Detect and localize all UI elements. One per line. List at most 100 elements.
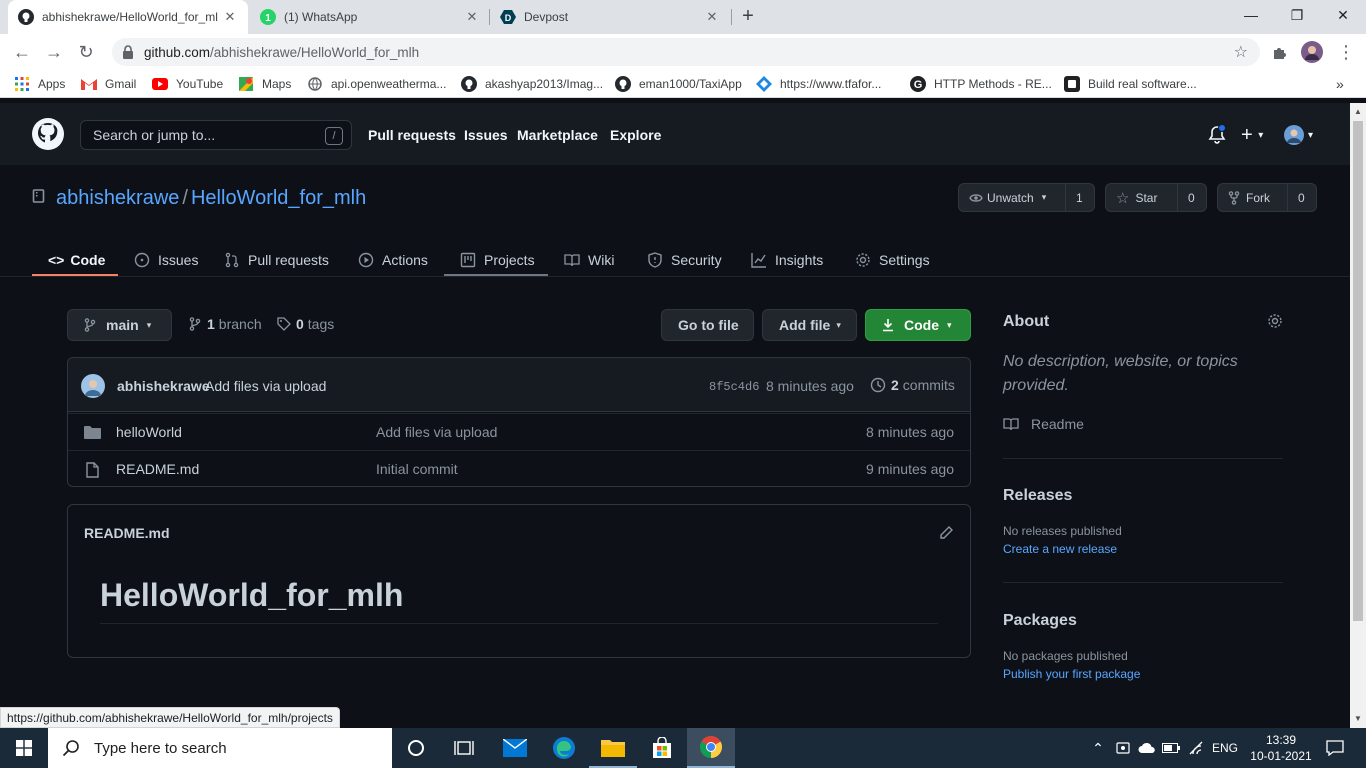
scroll-up-icon[interactable]: ▲	[1354, 107, 1362, 116]
table-row[interactable]: README.md Initial commit 9 minutes ago	[68, 450, 970, 487]
fork-button[interactable]: Fork	[1218, 184, 1288, 211]
tab-insights[interactable]: Insights	[751, 243, 823, 277]
extensions-puzzle-icon[interactable]	[1268, 40, 1292, 64]
tab-close-icon[interactable]: ✕	[222, 9, 238, 25]
page-scrollbar[interactable]: ▲ ▼	[1350, 103, 1366, 728]
mail-icon[interactable]	[491, 728, 539, 768]
github-search-input[interactable]: Search or jump to... /	[80, 120, 352, 150]
publish-package-link[interactable]: Publish your first package	[1003, 667, 1140, 681]
file-commit-message[interactable]: Add files via upload	[376, 424, 497, 440]
nav-explore[interactable]: Explore	[610, 127, 661, 143]
unwatch-button[interactable]: Unwatch ▾	[959, 184, 1066, 211]
input-language[interactable]: ENG	[1210, 728, 1240, 768]
tab-projects[interactable]: Projects	[460, 243, 535, 277]
github-logo-icon[interactable]	[32, 118, 64, 150]
taskbar-search-input[interactable]: Type here to search	[48, 728, 392, 768]
readme-link[interactable]: Readme	[1003, 416, 1084, 432]
gear-icon[interactable]	[1267, 313, 1283, 329]
releases-title[interactable]: Releases	[1003, 487, 1072, 505]
file-commit-message[interactable]: Initial commit	[376, 461, 458, 477]
file-name[interactable]: README.md	[116, 461, 199, 477]
tab-whatsapp[interactable]: 1 (1) WhatsApp ✕	[250, 0, 490, 34]
watch-count[interactable]: 1	[1066, 184, 1093, 211]
file-name[interactable]: helloWorld	[116, 424, 182, 440]
tab-security[interactable]: Security	[647, 243, 722, 277]
task-view-icon[interactable]	[440, 728, 488, 768]
tab-close-icon[interactable]: ✕	[704, 9, 720, 25]
branch-selector[interactable]: main ▾	[67, 309, 172, 341]
repo-name-link[interactable]: HelloWorld_for_mlh	[191, 187, 366, 209]
star-button[interactable]: ☆ Star	[1106, 184, 1178, 211]
tab-settings[interactable]: Settings	[855, 243, 930, 277]
scroll-down-icon[interactable]: ▼	[1354, 714, 1362, 723]
bookmark-openweather[interactable]: api.openweatherma...	[307, 75, 446, 93]
star-bookmark-icon[interactable]: ☆	[1234, 42, 1248, 62]
minimize-button[interactable]: —	[1228, 0, 1274, 30]
new-tab-button[interactable]: +	[736, 5, 760, 29]
bookmark-youtube[interactable]: YouTube	[152, 75, 223, 93]
store-icon[interactable]	[638, 728, 686, 768]
scrollbar-thumb[interactable]	[1353, 121, 1363, 621]
commit-author[interactable]: abhishekrawe	[117, 378, 210, 394]
onedrive-cloud-icon[interactable]	[1136, 728, 1158, 768]
chrome-taskbar-icon[interactable]	[687, 728, 735, 768]
bookmark-gmail[interactable]: Gmail	[81, 75, 136, 93]
forward-arrow-icon[interactable]: →	[42, 40, 66, 64]
windows-start-icon[interactable]	[0, 728, 48, 768]
nav-issues[interactable]: Issues	[464, 127, 508, 143]
tab-issues[interactable]: Issues	[134, 243, 198, 277]
file-explorer-icon[interactable]	[589, 728, 637, 768]
bookmark-maps[interactable]: Maps	[238, 75, 291, 93]
tray-chevron-up-icon[interactable]: ⌃	[1088, 728, 1108, 768]
nav-pull-requests[interactable]: Pull requests	[368, 127, 456, 143]
back-arrow-icon[interactable]: ←	[10, 40, 34, 64]
packages-title[interactable]: Packages	[1003, 612, 1077, 630]
fork-count[interactable]: 0	[1288, 184, 1315, 211]
bookmark-apps[interactable]: Apps	[14, 75, 65, 93]
user-avatar-menu[interactable]: ▾	[1284, 125, 1313, 145]
notification-bell-icon[interactable]	[1208, 125, 1226, 145]
code-clone-button[interactable]: Code ▾	[865, 309, 971, 341]
tab-devpost[interactable]: D Devpost ✕	[490, 0, 730, 34]
tab-github[interactable]: abhishekrawe/HelloWorld_for_ml ✕	[8, 0, 248, 34]
meet-now-icon[interactable]	[1112, 728, 1134, 768]
create-release-link[interactable]: Create a new release	[1003, 542, 1117, 556]
tab-pull-requests[interactable]: Pull requests	[224, 243, 329, 277]
repo-owner-link[interactable]: abhishekrawe	[56, 187, 179, 209]
commit-message[interactable]: Add files via upload	[205, 378, 326, 394]
cortana-icon[interactable]	[392, 728, 440, 768]
edge-browser-icon[interactable]	[540, 728, 588, 768]
commit-sha[interactable]: 8f5c4d6	[709, 380, 759, 394]
tab-code[interactable]: <> Code	[48, 243, 105, 277]
branches-link[interactable]: 1 branch	[189, 316, 262, 332]
tab-close-icon[interactable]: ✕	[464, 9, 480, 25]
reload-icon[interactable]: ↻	[74, 40, 98, 64]
go-to-file-button[interactable]: Go to file	[661, 309, 754, 341]
pencil-edit-icon[interactable]	[938, 525, 954, 541]
commits-history-link[interactable]: 2 commits	[870, 377, 955, 393]
create-new-plus-icon[interactable]: + ▾	[1241, 124, 1263, 147]
battery-icon[interactable]	[1160, 728, 1182, 768]
tags-link[interactable]: 0 tags	[277, 316, 334, 332]
profile-avatar[interactable]	[1300, 40, 1324, 64]
wifi-icon[interactable]	[1185, 728, 1207, 768]
add-file-button[interactable]: Add file ▾	[762, 309, 857, 341]
system-clock[interactable]: 13:39 10-01-2021	[1246, 728, 1316, 768]
chrome-menu-icon[interactable]: ⋮	[1334, 40, 1358, 64]
table-row[interactable]: helloWorld Add files via upload 8 minute…	[68, 413, 970, 450]
close-window-button[interactable]: ✕	[1320, 0, 1366, 30]
star-count[interactable]: 0	[1178, 184, 1205, 211]
bookmark-akashyap[interactable]: akashyap2013/Imag...	[461, 75, 603, 93]
address-bar[interactable]: github.com/abhishekrawe/HelloWorld_for_m…	[112, 38, 1260, 66]
bookmark-taxiapp[interactable]: eman1000/TaxiApp	[615, 75, 742, 93]
bookmark-tfafor[interactable]: https://www.tfafor...	[756, 75, 881, 93]
tab-actions[interactable]: Actions	[358, 243, 428, 277]
restore-button[interactable]: ❐	[1274, 0, 1320, 30]
bookmarks-overflow-icon[interactable]: »	[1336, 75, 1344, 93]
tab-wiki[interactable]: Wiki	[564, 243, 614, 277]
nav-marketplace[interactable]: Marketplace	[517, 127, 598, 143]
notification-center-icon[interactable]	[1320, 728, 1350, 768]
bookmark-build-software[interactable]: Build real software...	[1064, 75, 1197, 93]
bookmark-http-methods[interactable]: G HTTP Methods - RE...	[910, 75, 1052, 93]
avatar[interactable]	[81, 374, 105, 398]
